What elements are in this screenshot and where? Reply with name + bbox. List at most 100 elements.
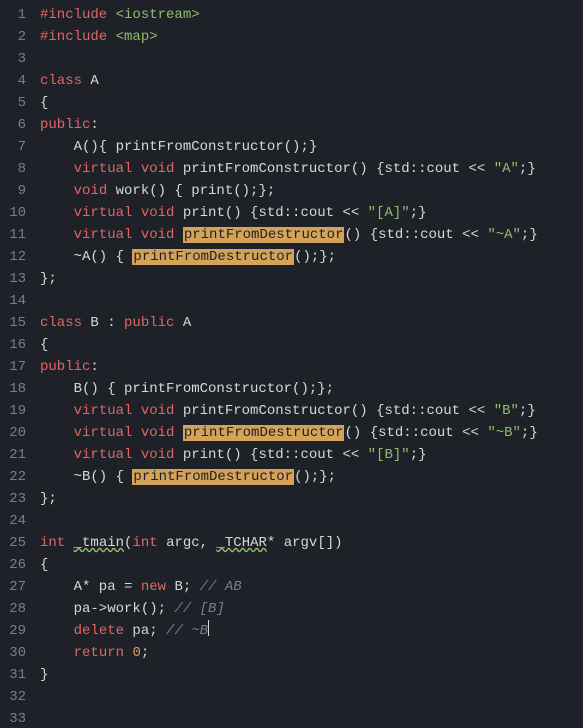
line-number: 1 bbox=[0, 4, 26, 26]
line-number: 27 bbox=[0, 576, 26, 598]
token: printFromDestructor bbox=[132, 469, 294, 485]
code-line[interactable]: class B : public A bbox=[40, 312, 538, 334]
code-line[interactable]: virtual void printFromDestructor() {std:… bbox=[40, 422, 538, 444]
code-line[interactable]: #include <iostream> bbox=[40, 4, 538, 26]
code-line[interactable]: public: bbox=[40, 356, 538, 378]
code-line[interactable]: virtual void print() {std::cout << "[B]"… bbox=[40, 444, 538, 466]
line-number: 20 bbox=[0, 422, 26, 444]
token: void bbox=[141, 227, 175, 243]
code-line[interactable]: void work() { print();}; bbox=[40, 180, 538, 202]
token: virtual bbox=[74, 447, 133, 463]
code-line[interactable]: { bbox=[40, 334, 538, 356]
token bbox=[132, 425, 140, 441]
code-line[interactable]: } bbox=[40, 664, 538, 686]
code-line[interactable]: A(){ printFromConstructor();} bbox=[40, 136, 538, 158]
code-line[interactable]: B() { printFromConstructor();}; bbox=[40, 378, 538, 400]
token: argc, bbox=[158, 535, 217, 551]
code-area[interactable]: #include <iostream>#include <map> class … bbox=[32, 0, 538, 728]
token: "[B]" bbox=[368, 447, 410, 463]
token: * argv[]) bbox=[267, 535, 343, 551]
code-line[interactable] bbox=[40, 510, 538, 532]
code-line[interactable]: int _tmain(int argc, _TCHAR* argv[]) bbox=[40, 532, 538, 554]
line-number: 25 bbox=[0, 532, 26, 554]
code-line[interactable]: ~A() { printFromDestructor();}; bbox=[40, 246, 538, 268]
code-line[interactable]: pa->work(); // [B] bbox=[40, 598, 538, 620]
token: }; bbox=[40, 491, 57, 507]
code-line[interactable]: delete pa; // ~B bbox=[40, 620, 538, 642]
code-line[interactable]: virtual void printFromDestructor() {std:… bbox=[40, 224, 538, 246]
line-number: 17 bbox=[0, 356, 26, 378]
code-line[interactable]: A* pa = new B; // AB bbox=[40, 576, 538, 598]
code-line[interactable] bbox=[40, 48, 538, 70]
token: // [B] bbox=[174, 601, 224, 617]
token: _tmain bbox=[74, 535, 124, 551]
token: "A" bbox=[494, 161, 519, 177]
code-line[interactable]: }; bbox=[40, 488, 538, 510]
token: virtual bbox=[74, 227, 133, 243]
token: printFromConstructor() {std::cout << bbox=[174, 403, 493, 419]
code-line[interactable]: ~B() { printFromDestructor();}; bbox=[40, 466, 538, 488]
code-line[interactable]: class A bbox=[40, 70, 538, 92]
line-number: 4 bbox=[0, 70, 26, 92]
token: "[A]" bbox=[368, 205, 410, 221]
code-line[interactable]: #include <map> bbox=[40, 26, 538, 48]
code-line[interactable]: public: bbox=[40, 114, 538, 136]
token: delete bbox=[74, 623, 124, 639]
token: { bbox=[40, 337, 48, 353]
token: class bbox=[40, 73, 82, 89]
token: void bbox=[141, 425, 175, 441]
line-number: 2 bbox=[0, 26, 26, 48]
token: printFromDestructor bbox=[132, 249, 294, 265]
code-line[interactable]: virtual void printFromConstructor() {std… bbox=[40, 400, 538, 422]
token bbox=[132, 205, 140, 221]
code-line[interactable]: }; bbox=[40, 268, 538, 290]
token: { bbox=[40, 557, 48, 573]
token: printFromDestructor bbox=[183, 227, 345, 243]
token: // ~B bbox=[166, 623, 208, 639]
code-editor: 1234567891011121314151617181920212223242… bbox=[0, 0, 583, 728]
token bbox=[40, 183, 74, 199]
token: work() { print();}; bbox=[107, 183, 275, 199]
token: "~B" bbox=[487, 425, 521, 441]
token bbox=[40, 425, 74, 441]
token: virtual bbox=[74, 205, 133, 221]
line-number: 10 bbox=[0, 202, 26, 224]
token bbox=[40, 205, 74, 221]
token: A* pa = bbox=[40, 579, 141, 595]
token bbox=[132, 403, 140, 419]
line-number: 28 bbox=[0, 598, 26, 620]
line-number: 19 bbox=[0, 400, 26, 422]
token: print() {std::cout << bbox=[174, 205, 367, 221]
line-number: 12 bbox=[0, 246, 26, 268]
token: A bbox=[82, 73, 99, 89]
line-number: 7 bbox=[0, 136, 26, 158]
token: ;} bbox=[521, 425, 538, 441]
code-line[interactable]: virtual void printFromConstructor() {std… bbox=[40, 158, 538, 180]
token: B; bbox=[166, 579, 200, 595]
text-cursor bbox=[208, 620, 209, 636]
token bbox=[40, 403, 74, 419]
token: pa; bbox=[124, 623, 166, 639]
code-line[interactable]: virtual void print() {std::cout << "[A]"… bbox=[40, 202, 538, 224]
code-line[interactable]: { bbox=[40, 92, 538, 114]
token: "~A" bbox=[487, 227, 521, 243]
token: virtual bbox=[74, 161, 133, 177]
code-line[interactable]: { bbox=[40, 554, 538, 576]
token: B() { printFromConstructor();}; bbox=[40, 381, 334, 397]
line-number: 22 bbox=[0, 466, 26, 488]
token bbox=[132, 227, 140, 243]
line-number: 33 bbox=[0, 708, 26, 728]
token: virtual bbox=[74, 425, 133, 441]
line-number: 16 bbox=[0, 334, 26, 356]
token bbox=[65, 535, 73, 551]
token: #include bbox=[40, 7, 116, 23]
code-line[interactable] bbox=[40, 290, 538, 312]
code-line[interactable]: return 0; bbox=[40, 642, 538, 664]
code-line[interactable] bbox=[40, 686, 538, 708]
token: virtual bbox=[74, 403, 133, 419]
token: printFromConstructor() {std::cout << bbox=[174, 161, 493, 177]
line-number: 6 bbox=[0, 114, 26, 136]
token: pa->work(); bbox=[40, 601, 174, 617]
code-line[interactable] bbox=[40, 708, 538, 728]
token: public bbox=[40, 117, 90, 133]
